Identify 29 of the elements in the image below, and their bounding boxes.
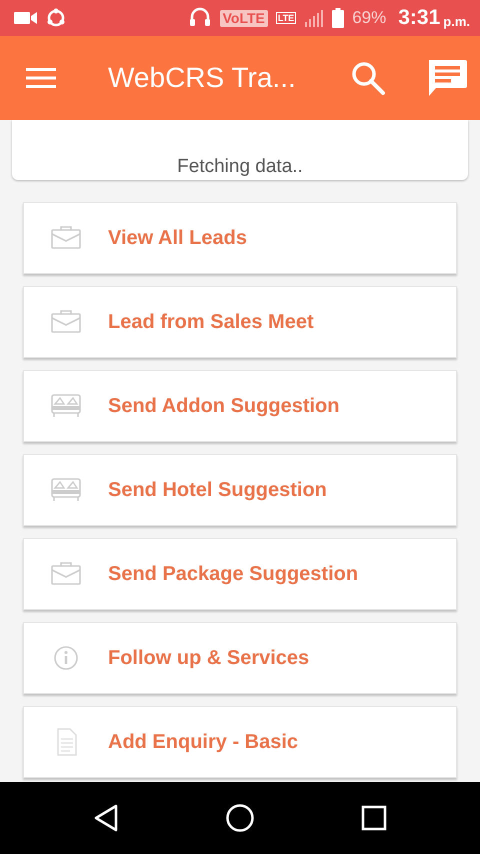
- menu-button[interactable]: [26, 67, 56, 89]
- clock-time: 3:31: [398, 6, 440, 30]
- menu-item[interactable]: Send Package Suggestion: [23, 538, 457, 610]
- menu-item[interactable]: Send Addon Suggestion: [23, 370, 457, 442]
- video-camera-icon: [14, 11, 38, 25]
- menu-item[interactable]: Add Enquiry - Basic: [23, 706, 457, 778]
- search-button[interactable]: [350, 60, 386, 96]
- home-button[interactable]: [225, 803, 255, 833]
- share-icon: [46, 8, 66, 28]
- briefcase-icon: [50, 224, 82, 252]
- battery-percentage: 69%: [352, 8, 386, 28]
- briefcase-icon: [50, 560, 82, 588]
- menu-item[interactable]: Send Hotel Suggestion: [23, 454, 457, 526]
- menu-item[interactable]: Lead from Sales Meet: [23, 286, 457, 358]
- back-button[interactable]: [93, 804, 119, 832]
- bed-icon: [50, 392, 82, 420]
- briefcase-icon: [50, 308, 82, 336]
- clock-period: p.m.: [443, 14, 470, 28]
- network-type: LTE: [276, 12, 296, 24]
- battery-icon: [332, 8, 344, 28]
- signal-icon: [304, 8, 324, 28]
- menu-item[interactable]: Follow up & Services: [23, 622, 457, 694]
- volte-badge: VoLTE: [220, 10, 268, 26]
- chat-button[interactable]: [426, 58, 468, 98]
- bed-icon: [50, 476, 82, 504]
- loading-text: Fetching data..: [177, 156, 303, 178]
- app-title: WebCRS Tra...: [108, 62, 297, 94]
- recents-button[interactable]: [361, 805, 387, 831]
- menu-item[interactable]: View All Leads: [23, 202, 457, 274]
